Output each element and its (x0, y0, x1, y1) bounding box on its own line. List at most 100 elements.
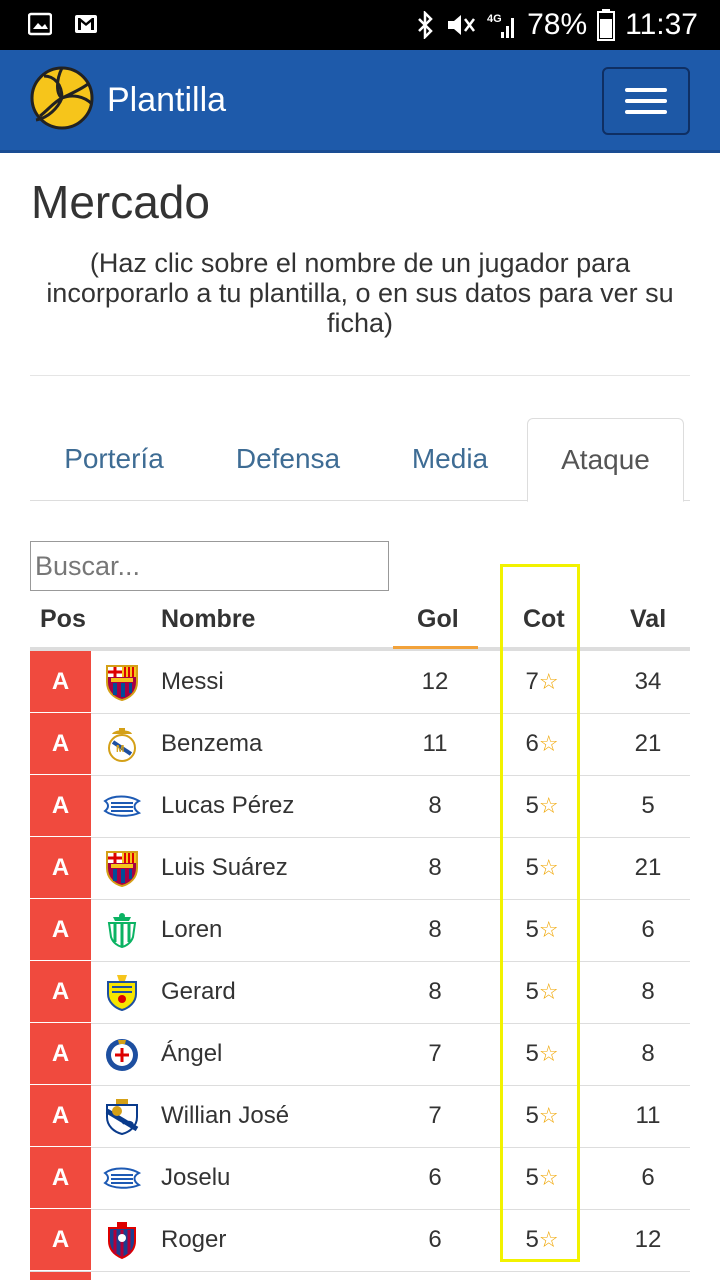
position-badge: A (30, 651, 91, 712)
divider (30, 375, 690, 376)
player-name[interactable]: Loren (161, 899, 222, 960)
player-goals[interactable]: 8 (406, 961, 464, 1022)
star-icon: ☆ (538, 855, 559, 880)
navbar: Plantilla (0, 50, 720, 153)
player-name[interactable]: Messi (161, 651, 224, 712)
player-value[interactable]: 34 (618, 651, 678, 712)
player-value[interactable]: 8 (618, 961, 678, 1022)
player-name[interactable]: Roger (161, 1209, 226, 1270)
player-name[interactable]: Joselu (161, 1147, 230, 1208)
rating-value: 5 (525, 916, 539, 943)
table-header: Pos Nombre Gol Cot Val (30, 596, 690, 648)
player-rating[interactable]: 7☆ (502, 651, 582, 712)
player-goals[interactable]: 6 (406, 1147, 464, 1208)
star-icon: ☆ (538, 979, 559, 1004)
star-icon: ☆ (538, 1165, 559, 1190)
battery-icon (597, 9, 616, 41)
player-rating[interactable]: 6☆ (502, 713, 582, 774)
player-value[interactable]: 6 (618, 1147, 678, 1208)
rating-value: 5 (525, 792, 539, 819)
player-name[interactable]: Luis Suárez (161, 837, 288, 898)
star-icon: ☆ (538, 793, 559, 818)
team-crest-icon (104, 1037, 140, 1073)
player-value[interactable]: 12 (618, 1209, 678, 1270)
player-value[interactable]: 8 (618, 1023, 678, 1084)
table-row[interactable]: A Luis Suárez 8 5☆ 21 (30, 837, 690, 900)
page-subtitle: (Haz clic sobre el nombre de un jugador … (46, 248, 674, 338)
tab-ataque[interactable]: Ataque (527, 418, 684, 502)
player-name[interactable]: Willian José (161, 1085, 289, 1146)
next-row-position-badge (30, 1272, 91, 1280)
team-crest-icon (107, 974, 137, 1011)
table-row[interactable]: A Messi 12 7☆ 34 (30, 651, 690, 714)
volleyball-logo-icon[interactable] (30, 66, 94, 130)
table-row[interactable]: A Joselu 6 5☆ 6 (30, 1147, 690, 1210)
player-rating[interactable]: 5☆ (502, 899, 582, 960)
star-icon: ☆ (538, 917, 559, 942)
position-tabs: Portería Defensa Media Ataque (30, 418, 690, 502)
player-rating[interactable]: 5☆ (502, 775, 582, 836)
brand-title[interactable]: Plantilla (107, 80, 226, 120)
player-rating[interactable]: 5☆ (502, 1023, 582, 1084)
player-goals[interactable]: 12 (406, 651, 464, 712)
table-row[interactable]: A Benzema 11 6☆ 21 (30, 713, 690, 776)
tab-media[interactable]: Media (382, 418, 518, 500)
header-pos[interactable]: Pos (40, 596, 86, 648)
search-input[interactable] (30, 541, 389, 591)
player-value[interactable]: 21 (618, 713, 678, 774)
rating-value: 5 (525, 854, 539, 881)
player-goals[interactable]: 8 (406, 899, 464, 960)
header-val[interactable]: Val (630, 596, 666, 648)
table-row[interactable]: A Willian José 7 5☆ 11 (30, 1085, 690, 1148)
table-row[interactable]: A Lucas Pérez 8 5☆ 5 (30, 775, 690, 838)
star-icon: ☆ (538, 1041, 559, 1066)
header-gol[interactable]: Gol (417, 596, 459, 648)
position-badge: A (30, 1085, 91, 1146)
position-badge: A (30, 837, 91, 898)
sort-indicator (393, 646, 478, 649)
table-row[interactable]: A Gerard 8 5☆ 8 (30, 961, 690, 1024)
player-goals[interactable]: 7 (406, 1023, 464, 1084)
tab-porteria[interactable]: Portería (30, 418, 198, 500)
team-crest-icon (105, 850, 139, 887)
player-name[interactable]: Gerard (161, 961, 236, 1022)
player-value[interactable]: 21 (618, 837, 678, 898)
clock: 11:37 (625, 8, 698, 41)
player-goals[interactable]: 8 (406, 775, 464, 836)
gmail-icon (75, 15, 97, 33)
signal-4g-icon: 4G (487, 13, 515, 38)
player-name[interactable]: Lucas Pérez (161, 775, 294, 836)
position-badge: A (30, 961, 91, 1022)
player-value[interactable]: 6 (618, 899, 678, 960)
player-name[interactable]: Benzema (161, 713, 262, 774)
player-rating[interactable]: 5☆ (502, 1085, 582, 1146)
player-value[interactable]: 11 (618, 1085, 678, 1146)
bluetooth-icon (418, 11, 433, 39)
rating-value: 5 (525, 1164, 539, 1191)
header-cot[interactable]: Cot (523, 596, 565, 648)
header-name[interactable]: Nombre (161, 596, 255, 648)
table-row[interactable]: A Ángel 7 5☆ 8 (30, 1023, 690, 1086)
position-badge: A (30, 1209, 91, 1270)
status-bar: 4G 78% 11:37 (0, 0, 720, 50)
player-name[interactable]: Ángel (161, 1023, 222, 1084)
player-rating[interactable]: 5☆ (502, 1209, 582, 1270)
team-crest-icon (105, 664, 139, 701)
table-row[interactable]: A Loren 8 5☆ 6 (30, 899, 690, 962)
player-value[interactable]: 5 (618, 775, 678, 836)
player-goals[interactable]: 11 (406, 713, 464, 774)
star-icon: ☆ (538, 669, 559, 694)
position-badge: A (30, 1147, 91, 1208)
player-goals[interactable]: 6 (406, 1209, 464, 1270)
star-icon: ☆ (538, 1227, 559, 1252)
menu-toggle-button[interactable] (602, 67, 690, 135)
tab-defensa[interactable]: Defensa (202, 418, 374, 500)
rating-value: 7 (525, 668, 539, 695)
player-rating[interactable]: 5☆ (502, 1147, 582, 1208)
player-goals[interactable]: 7 (406, 1085, 464, 1146)
player-goals[interactable]: 8 (406, 837, 464, 898)
table-row[interactable]: A Roger 6 5☆ 12 (30, 1209, 690, 1272)
player-rating[interactable]: 5☆ (502, 961, 582, 1022)
position-badge: A (30, 713, 91, 774)
player-rating[interactable]: 5☆ (502, 837, 582, 898)
